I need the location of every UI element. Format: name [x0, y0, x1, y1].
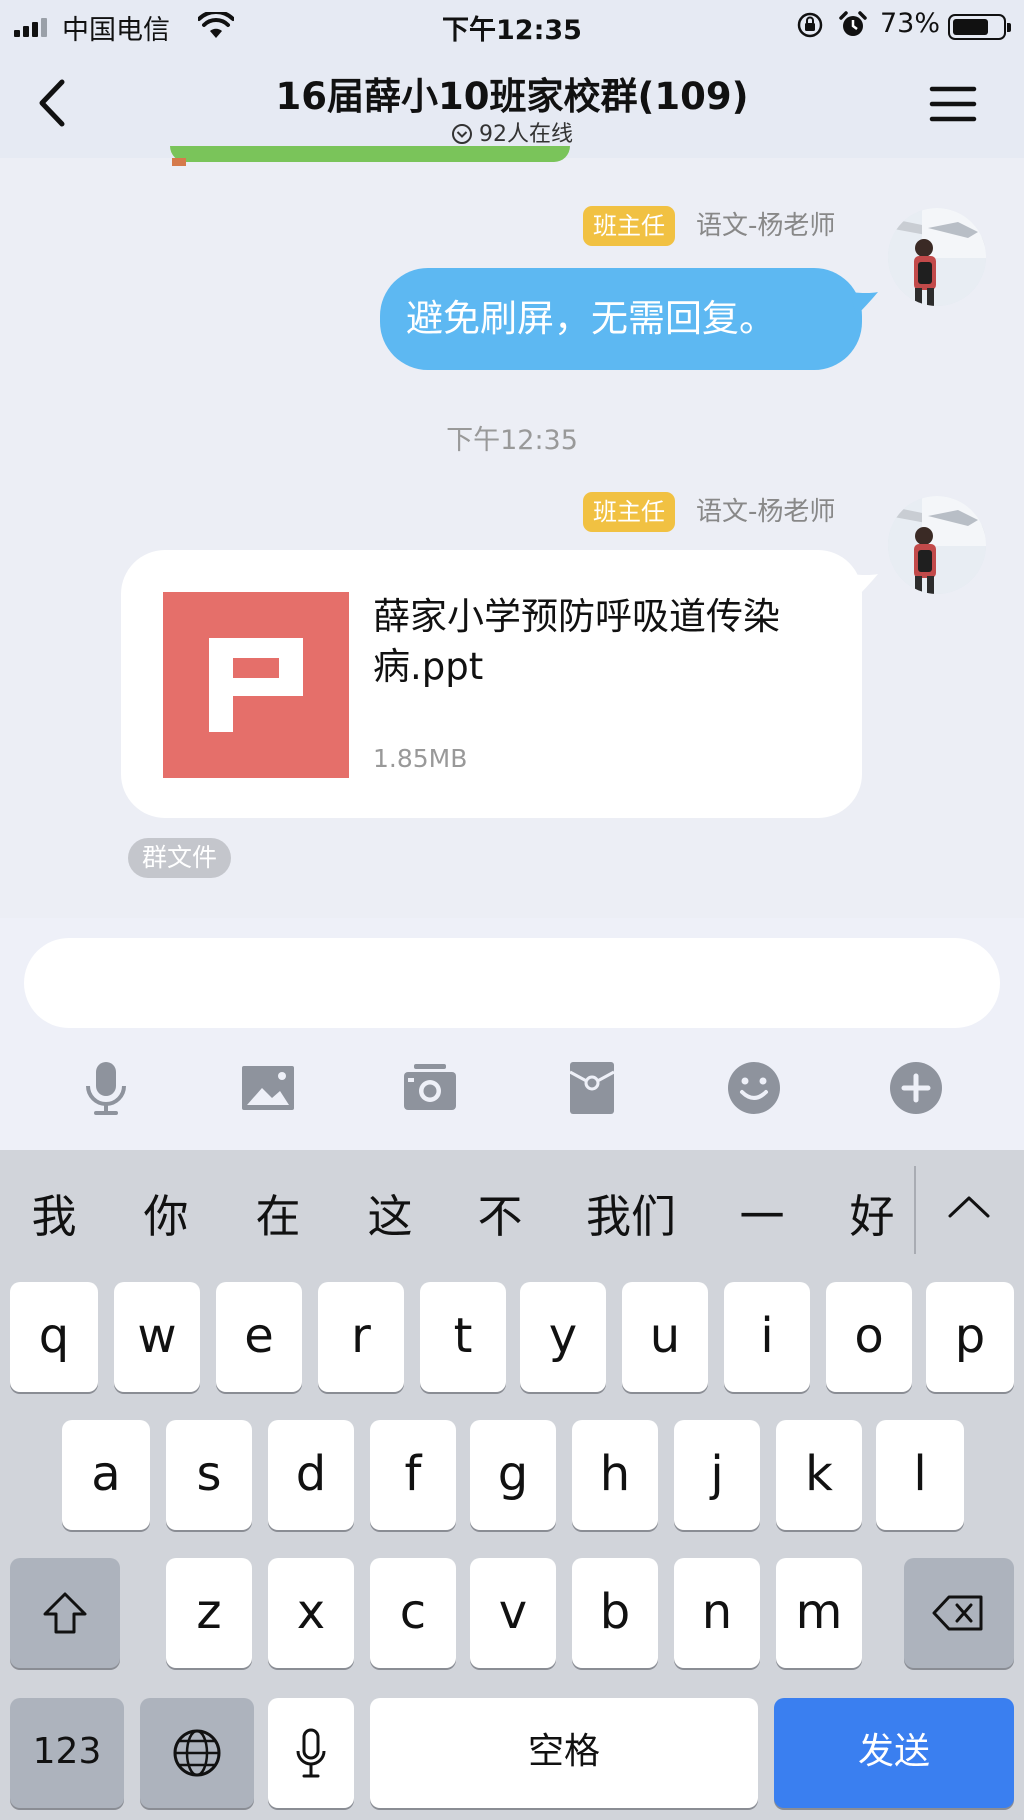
- mic-icon[interactable]: [76, 1058, 136, 1118]
- candidate-word[interactable]: 这: [362, 1180, 418, 1245]
- chevron-down-circle-icon: [452, 124, 472, 144]
- chat-title[interactable]: 16届薛小10班家校群(109): [0, 66, 1024, 120]
- key-b[interactable]: b: [572, 1558, 658, 1668]
- key-w[interactable]: w: [114, 1282, 200, 1392]
- bubble-tail: [850, 574, 878, 598]
- status-bar: 中国电信 下午12:35 73%: [0, 0, 1024, 52]
- input-area: [0, 918, 1024, 1150]
- chevron-up-icon[interactable]: [946, 1192, 992, 1222]
- candidate-word[interactable]: 在: [250, 1180, 306, 1245]
- previous-message-edge: [172, 158, 186, 166]
- keyboard: 我 你 在 这 不 我们 一 好 q w e r t y u i o p a s…: [0, 1150, 1024, 1820]
- key-f[interactable]: f: [370, 1420, 456, 1530]
- key-c[interactable]: c: [370, 1558, 456, 1668]
- key-d[interactable]: d: [268, 1420, 354, 1530]
- key-v[interactable]: v: [470, 1558, 556, 1668]
- delete-key[interactable]: [904, 1558, 1014, 1668]
- key-z[interactable]: z: [166, 1558, 252, 1668]
- candidate-word[interactable]: 好: [844, 1180, 900, 1245]
- send-key[interactable]: 发送: [774, 1698, 1014, 1808]
- red-packet-icon[interactable]: [562, 1058, 622, 1118]
- avatar[interactable]: [888, 496, 986, 594]
- key-g[interactable]: g: [470, 1420, 556, 1530]
- battery-percentage: 73%: [880, 8, 941, 39]
- key-a[interactable]: a: [62, 1420, 150, 1530]
- key-p[interactable]: p: [926, 1282, 1014, 1392]
- key-y[interactable]: y: [520, 1282, 606, 1392]
- numbers-key[interactable]: 123: [10, 1698, 124, 1808]
- candidate-word[interactable]: 一: [734, 1180, 790, 1245]
- image-icon[interactable]: [238, 1058, 298, 1118]
- plus-icon[interactable]: [886, 1058, 946, 1118]
- shift-key[interactable]: [10, 1558, 120, 1668]
- candidate-word[interactable]: 你: [138, 1180, 194, 1245]
- menu-button[interactable]: [928, 82, 978, 126]
- key-q[interactable]: q: [10, 1282, 98, 1392]
- ppt-file-icon: [163, 592, 349, 778]
- previous-message-bubble: [170, 146, 570, 162]
- message-input[interactable]: [24, 938, 1000, 1028]
- key-n[interactable]: n: [674, 1558, 760, 1668]
- status-time: 下午12:35: [442, 15, 582, 46]
- key-i[interactable]: i: [724, 1282, 810, 1392]
- role-tag: 班主任: [583, 206, 675, 246]
- candidate-divider: [914, 1166, 916, 1254]
- sender-name[interactable]: 语文-杨老师: [696, 492, 835, 532]
- space-key[interactable]: 空格: [370, 1698, 758, 1808]
- key-l[interactable]: l: [876, 1420, 964, 1530]
- file-message-bubble[interactable]: 薛家小学预防呼吸道传染病.ppt 1.85MB: [121, 550, 862, 818]
- key-x[interactable]: x: [268, 1558, 354, 1668]
- key-s[interactable]: s: [166, 1420, 252, 1530]
- message-bubble[interactable]: 避免刷屏，无需回复。: [380, 268, 862, 370]
- sender-name[interactable]: 语文-杨老师: [696, 206, 835, 246]
- key-u[interactable]: u: [622, 1282, 708, 1392]
- backspace-icon: [932, 1595, 983, 1631]
- file-size: 1.85MB: [373, 744, 468, 773]
- mic-icon: [296, 1728, 326, 1778]
- key-e[interactable]: e: [216, 1282, 302, 1392]
- time-divider: 下午12:35: [446, 425, 578, 456]
- online-count-label: 92人在线: [479, 122, 573, 147]
- online-count[interactable]: 92人在线: [0, 116, 1024, 148]
- avatar[interactable]: [888, 208, 986, 306]
- key-j[interactable]: j: [674, 1420, 760, 1530]
- key-o[interactable]: o: [826, 1282, 912, 1392]
- key-t[interactable]: t: [420, 1282, 506, 1392]
- key-r[interactable]: r: [318, 1282, 404, 1392]
- candidate-word[interactable]: 不: [472, 1180, 528, 1245]
- camera-icon[interactable]: [400, 1058, 460, 1118]
- key-h[interactable]: h: [572, 1420, 658, 1530]
- candidate-bar: 我 你 在 这 不 我们 一 好: [0, 1150, 1024, 1274]
- key-k[interactable]: k: [776, 1420, 862, 1530]
- group-file-badge[interactable]: 群文件: [128, 838, 232, 878]
- role-tag: 班主任: [583, 492, 675, 532]
- globe-icon: [173, 1729, 221, 1777]
- alarm-icon: [839, 11, 867, 36]
- key-m[interactable]: m: [776, 1558, 862, 1668]
- chat-header: 16届薛小10班家校群(109) 92人在线: [0, 52, 1024, 158]
- rotation-lock-icon: [797, 12, 823, 38]
- candidate-word[interactable]: 我们: [578, 1180, 684, 1245]
- battery-icon: [948, 14, 1011, 40]
- bubble-tail: [850, 292, 878, 316]
- file-name: 薛家小学预防呼吸道传染病.ppt: [373, 595, 780, 688]
- shift-icon: [43, 1592, 87, 1634]
- emoji-icon[interactable]: [724, 1058, 784, 1118]
- globe-key[interactable]: [140, 1698, 254, 1808]
- candidate-word[interactable]: 我: [26, 1180, 82, 1245]
- dictation-key[interactable]: [268, 1698, 354, 1808]
